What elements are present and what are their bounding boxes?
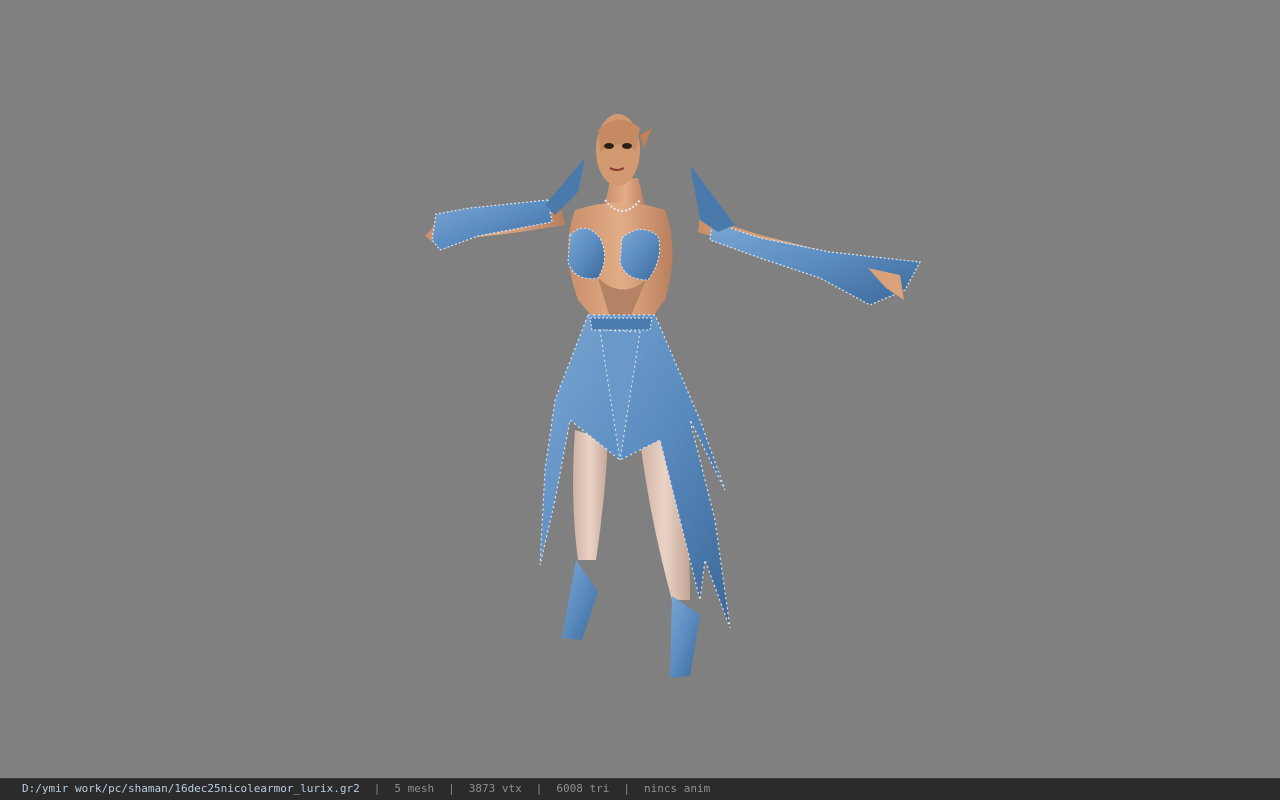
separator: | xyxy=(448,782,455,795)
left-arm xyxy=(425,158,585,251)
status-bar: D:/ymir work/pc/shaman/16dec25nicolearmo… xyxy=(0,778,1280,800)
triangle-count: 6008 tri xyxy=(556,782,610,795)
animation-status: nincs anim xyxy=(643,782,711,795)
3d-viewport[interactable] xyxy=(0,0,1280,778)
skirt xyxy=(539,314,731,629)
separator: | xyxy=(373,782,381,795)
mesh-count: 5 mesh xyxy=(394,782,435,795)
right-arm xyxy=(690,165,921,306)
torso xyxy=(567,199,673,320)
separator: | xyxy=(535,782,543,795)
character-model[interactable] xyxy=(0,0,1280,778)
vertex-count: 3873 vtx xyxy=(468,782,522,795)
separator: | xyxy=(623,782,630,795)
file-path: D:/ymir work/pc/shaman/16dec25nicolearmo… xyxy=(22,782,360,795)
head xyxy=(596,114,652,210)
